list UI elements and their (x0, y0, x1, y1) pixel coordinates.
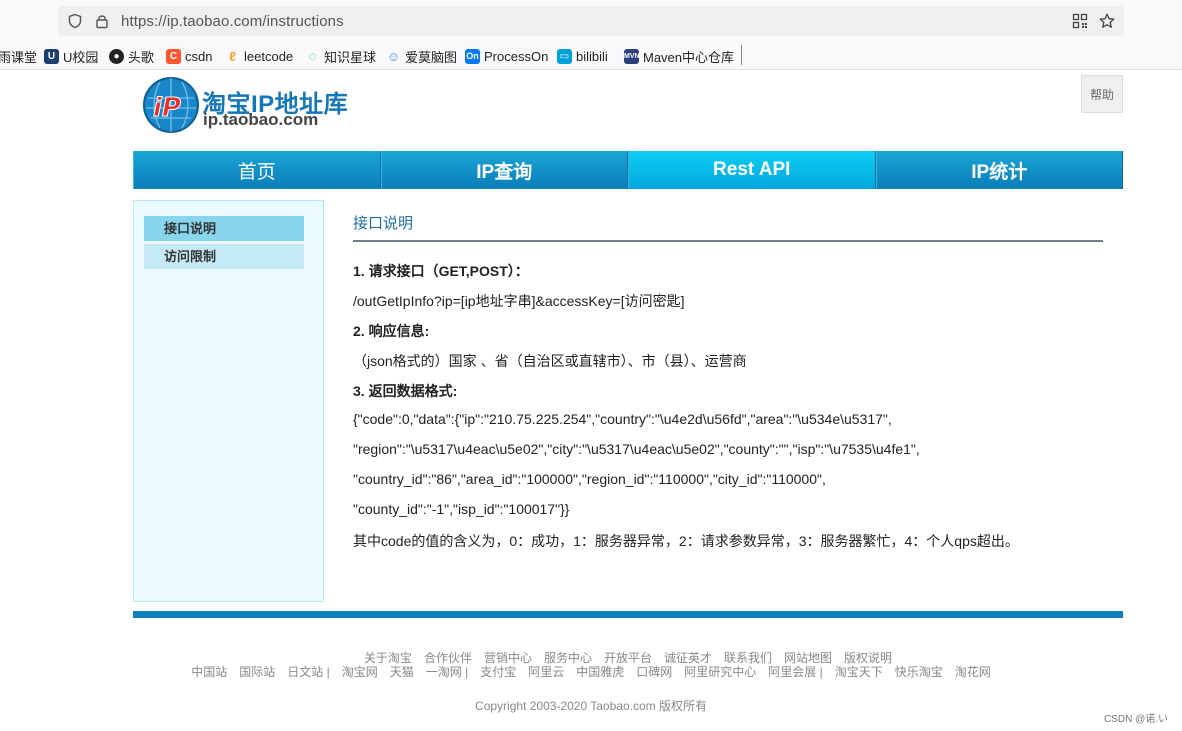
json-example-line: {"code":0,"data":{"ip":"210.75.225.254",… (353, 411, 892, 427)
url-text[interactable]: https://ip.taobao.com/instructions (121, 13, 344, 30)
return-format-heading: 3. 返回数据格式: (353, 383, 458, 399)
browser-toolbar: https://ip.taobao.com/instructions (0, 0, 1182, 40)
leetcode-icon: ℓ (229, 48, 236, 64)
star-bookmark-icon[interactable] (1099, 13, 1115, 29)
bookmark-item[interactable]: U U校园 (44, 47, 98, 65)
lock-icon[interactable] (94, 13, 110, 29)
request-heading: 1. 请求接口（GET,POST）： (353, 263, 529, 279)
shield-icon[interactable] (67, 13, 83, 29)
bookmark-item[interactable]: 雨课堂 (0, 47, 37, 65)
response-description: （json格式的）国家 、省（自治区或直辖市）、市（县）、运营商 (353, 353, 747, 369)
svg-text:iP: iP (153, 93, 181, 123)
footer-link[interactable]: 一淘网 | (426, 663, 468, 680)
main-nav: 首页 IP查询 Rest API IP统计 (133, 151, 1123, 189)
sidebar: 接口说明 访问限制 (133, 200, 324, 602)
amnaotu-icon: ☺ (386, 48, 401, 64)
help-button[interactable]: 帮助 (1081, 75, 1123, 113)
footer-links-secondary: 中国站 国际站 日文站 | 淘宝网 天猫 一淘网 | 支付宝 阿里云 中国雅虎 … (0, 663, 1182, 680)
content-title: 接口说明 (353, 215, 414, 232)
footer-link[interactable]: 日文站 | (287, 663, 329, 680)
csdn-watermark: CSDN @诺.い (1103, 714, 1168, 725)
bookmark-item[interactable]: ℓ leetcode (225, 47, 293, 65)
bookmark-item[interactable]: ☺ 爱莫脑图 (386, 47, 457, 65)
url-bar[interactable]: https://ip.taobao.com/instructions (58, 6, 1124, 36)
response-heading: 2. 响应信息: (353, 323, 430, 339)
maven-icon: MVN (624, 48, 640, 64)
footer-link[interactable]: 阿里云 (528, 663, 564, 680)
tab-home[interactable]: 首页 (133, 151, 381, 189)
footer-link[interactable]: 国际站 (239, 663, 275, 680)
logo-domain[interactable]: ip.taobao.com (203, 110, 318, 130)
content-bottom-bar (133, 611, 1123, 618)
footer-link[interactable]: 阿里研究中心 (684, 663, 756, 680)
tab-ip-query[interactable]: IP查询 (380, 151, 628, 189)
bookmark-item[interactable]: ▭ bilibili (557, 47, 608, 65)
footer-link[interactable]: 淘宝天下 (835, 663, 883, 680)
footer-link[interactable]: 天猫 (390, 663, 414, 680)
footer-link[interactable]: 口碑网 (636, 663, 672, 680)
bookmark-item[interactable]: C csdn (166, 47, 212, 65)
footer-link[interactable]: 中国雅虎 (576, 663, 624, 680)
bookmark-item[interactable]: ● 头歌 (109, 47, 154, 65)
code-meaning-note: 其中code的值的含义为，0：成功，1：服务器异常，2：请求参数异常，3：服务器… (353, 533, 1019, 549)
json-example-line: "county_id":"-1","isp_id":"100017"}} (353, 501, 570, 517)
json-example-line: "country_id":"86","area_id":"100000","re… (353, 471, 826, 487)
request-endpoint: /outGetIpInfo?ip=[ip地址字串]&accessKey=[访问密… (353, 293, 685, 309)
footer-link[interactable]: 淘宝网 (342, 663, 378, 680)
bookmark-item[interactable]: On ProcessOn (465, 47, 548, 65)
qr-code-icon[interactable] (1072, 13, 1088, 29)
content-divider (353, 240, 1103, 242)
footer-link[interactable]: 支付宝 (480, 663, 516, 680)
bookmark-item[interactable]: ◌ 知识星球 (305, 47, 376, 65)
tab-rest-api[interactable]: Rest API (628, 151, 876, 189)
github-icon: ● (109, 48, 124, 64)
bookmark-item[interactable]: MVN Maven中心仓库 (624, 47, 734, 65)
csdn-icon: C (166, 48, 181, 64)
footer-link[interactable]: 淘花网 (955, 663, 991, 680)
sidebar-item-access-limits[interactable]: 访问限制 (144, 244, 304, 269)
json-example-line: "region":"\u5317\u4eac\u5e02","city":"\u… (353, 441, 920, 457)
sidebar-item-api-description[interactable]: 接口说明 (144, 216, 304, 241)
footer-link[interactable]: 中国站 (191, 663, 227, 680)
bookmarks-bar: 雨课堂 U U校园 ● 头歌 C csdn ℓ leetcode ◌ 知识星球 … (0, 40, 1182, 70)
taobao-ip-logo[interactable]: iP (142, 76, 200, 134)
u-campus-icon: U (44, 48, 59, 64)
zsxq-icon: ◌ (308, 47, 317, 64)
copyright-text: Copyright 2003-2020 Taobao.com 版权所有 (475, 699, 707, 713)
bilibili-icon: ▭ (557, 48, 572, 64)
tab-ip-statistics[interactable]: IP统计 (875, 151, 1123, 189)
bookmark-separator (741, 45, 742, 65)
processon-icon: On (465, 48, 480, 64)
footer-link[interactable]: 快乐淘宝 (895, 663, 943, 680)
footer-link[interactable]: 阿里会展 | (768, 663, 822, 680)
